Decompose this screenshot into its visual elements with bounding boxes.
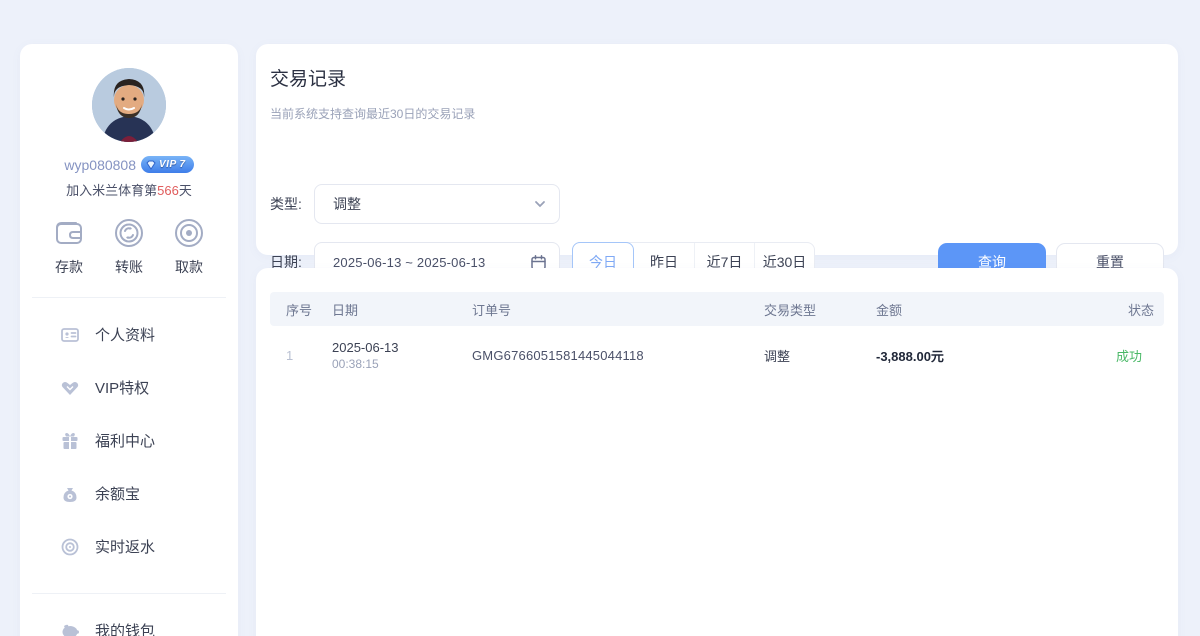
cell-amount: -3,888.00元 xyxy=(876,346,1116,365)
avatar-portrait xyxy=(92,68,166,142)
withdraw-icon xyxy=(162,213,216,253)
col-type: 交易类型 xyxy=(764,300,876,319)
vip-badge: VIP 7 xyxy=(141,156,194,173)
sidebar-item-profile[interactable]: 个人资料 xyxy=(20,308,238,361)
col-date: 日期 xyxy=(332,300,472,319)
vip-heart-icon xyxy=(60,378,80,398)
gift-icon xyxy=(60,431,80,451)
sidebar-divider xyxy=(32,297,226,298)
vip-gem-icon xyxy=(145,159,157,171)
sidebar-item-rebate[interactable]: 实时返水 xyxy=(20,520,238,573)
sidebar-item-vip[interactable]: VIP特权 xyxy=(20,361,238,414)
quick-actions: 存款 转账 xyxy=(42,213,216,277)
page-subtitle: 当前系统支持查询最近30日的交易记录 xyxy=(270,105,1164,122)
cell-order-no: GMG6766051581445044118 xyxy=(472,348,764,363)
sidebar-item-wallet[interactable]: 我的钱包 xyxy=(20,604,238,636)
type-select[interactable]: 调整 xyxy=(314,184,560,224)
withdraw-button[interactable]: 取款 xyxy=(162,213,216,277)
money-bag-icon xyxy=(60,484,80,504)
sidebar-menu: 个人资料 VIP特权 福利中心 xyxy=(20,308,238,573)
user-sidebar: wyp080808 VIP 7 加入米兰体育第566天 存款 xyxy=(20,44,238,636)
type-select-value: 调整 xyxy=(333,194,533,214)
cell-status: 成功 xyxy=(1116,346,1154,365)
type-label: 类型: xyxy=(270,194,314,214)
avatar[interactable] xyxy=(92,68,166,142)
membership-days-count: 566 xyxy=(157,183,179,198)
transaction-filter-panel: 交易记录 当前系统支持查询最近30日的交易记录 类型: 调整 日期: 2025-… xyxy=(256,44,1178,255)
transaction-table-panel: 序号 日期 订单号 交易类型 金额 状态 1 2025-06-13 00:38:… xyxy=(256,268,1178,636)
col-order: 订单号 xyxy=(472,300,764,319)
deposit-wallet-icon xyxy=(42,213,96,253)
cell-seq: 1 xyxy=(286,348,332,363)
rebate-icon xyxy=(60,537,80,557)
table-header: 序号 日期 订单号 交易类型 金额 状态 xyxy=(270,292,1164,326)
type-filter-row: 类型: 调整 xyxy=(270,184,560,224)
cell-date-day: 2025-06-13 xyxy=(332,340,472,355)
cell-date: 2025-06-13 00:38:15 xyxy=(332,340,472,371)
sidebar-menu-footer: 我的钱包 xyxy=(20,604,238,636)
cell-type: 调整 xyxy=(764,346,876,365)
table-row: 1 2025-06-13 00:38:15 GMG676605158144504… xyxy=(270,326,1164,384)
transfer-icon xyxy=(102,213,156,253)
page-title: 交易记录 xyxy=(270,64,1164,91)
col-status: 状态 xyxy=(1116,300,1154,319)
piggy-bank-icon xyxy=(60,621,80,636)
sidebar-item-yuebao[interactable]: 余额宝 xyxy=(20,467,238,520)
chevron-down-icon xyxy=(533,197,547,211)
cell-date-time: 00:38:15 xyxy=(332,357,472,371)
id-card-icon xyxy=(60,325,80,345)
deposit-button[interactable]: 存款 xyxy=(42,213,96,277)
transfer-button[interactable]: 转账 xyxy=(102,213,156,277)
col-seq: 序号 xyxy=(286,300,332,319)
username: wyp080808 xyxy=(64,157,136,173)
user-identity: wyp080808 VIP 7 xyxy=(20,156,238,173)
membership-days: 加入米兰体育第566天 xyxy=(20,180,238,199)
sidebar-item-welfare[interactable]: 福利中心 xyxy=(20,414,238,467)
col-amount: 金额 xyxy=(876,300,1116,319)
sidebar-divider-2 xyxy=(32,593,226,594)
